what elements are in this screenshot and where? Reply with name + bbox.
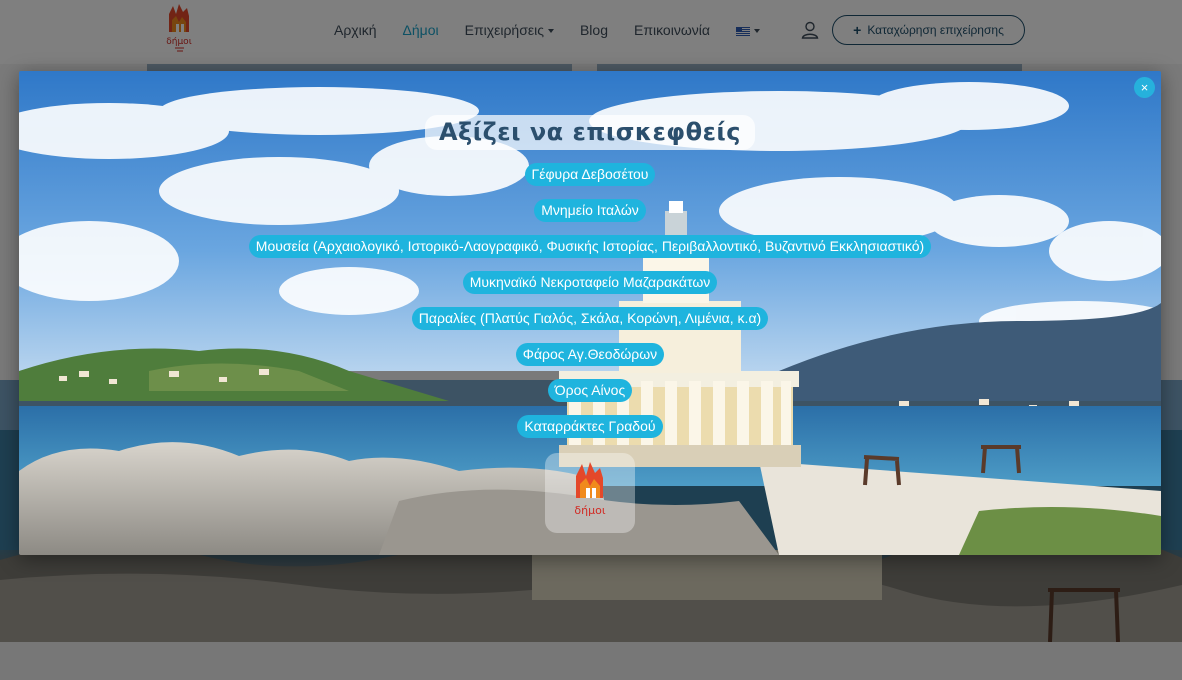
attraction-link[interactable]: Μνημείο Ιταλών <box>534 199 646 222</box>
attraction-link[interactable]: Παραλίες (Πλατύς Γιαλός, Σκάλα, Κορώνη, … <box>411 307 769 330</box>
close-icon: × <box>1140 80 1149 95</box>
modal-title: Αξίζει να επισκεφθείς <box>424 115 756 150</box>
attraction-link[interactable]: Μουσεία (Αρχαιολογικό, Ιστορικό-Λαογραφι… <box>248 235 932 258</box>
attractions-list: Γέφυρα Δεβοσέτου Μνημείο Ιταλών Μουσεία (Α… <box>248 163 932 451</box>
attraction-link[interactable]: Όρος Αίνος <box>547 379 633 402</box>
close-modal-button[interactable]: × <box>1134 77 1155 98</box>
modal-logo: δήμοι <box>545 453 635 533</box>
modal-logo-text: δήμοι <box>574 504 605 517</box>
attraction-link[interactable]: Καταρράκτες Γραδού <box>517 415 663 438</box>
attractions-modal: × Αξίζει να επισκεφθείς Γέφυρα Δεβοσέτου… <box>19 71 1161 555</box>
modal-content: Αξίζει να επισκεφθείς Γέφυρα Δεβοσέτου Μν… <box>19 115 1161 533</box>
attraction-link[interactable]: Φάρος Αγ.Θεοδώρων <box>515 343 665 366</box>
attraction-link[interactable]: Μυκηναϊκό Νεκροταφείο Μαζαρακάτων <box>462 271 718 294</box>
attraction-link[interactable]: Γέφυρα Δεβοσέτου <box>524 163 656 186</box>
